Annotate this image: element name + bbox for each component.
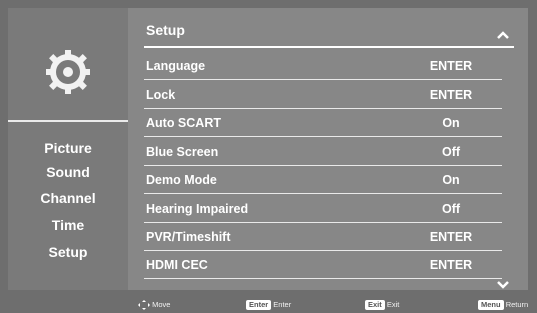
enter-hint: Enter Enter: [246, 300, 291, 310]
row-label: Language: [146, 59, 206, 73]
menu-row-blue-screen[interactable]: Blue Screen Off: [146, 145, 502, 167]
row-divider: [144, 79, 502, 80]
sidebar-item-channel[interactable]: Channel: [8, 190, 128, 206]
chevron-down-icon[interactable]: [496, 280, 510, 290]
row-value: ENTER: [429, 258, 473, 272]
row-value: ENTER: [429, 88, 473, 102]
row-divider: [144, 278, 502, 279]
sidebar-divider: [8, 120, 128, 122]
row-label: Auto SCART: [146, 116, 221, 130]
category-sidebar: Picture Sound Channel Time Setup: [8, 8, 128, 290]
chevron-up-icon[interactable]: [496, 30, 510, 40]
enter-label: Enter: [273, 300, 292, 309]
exit-hint: Exit Exit: [365, 300, 399, 310]
menu-key: Menu: [478, 300, 504, 310]
menu-row-hdmi-cec[interactable]: HDMI CEC ENTER: [146, 258, 502, 280]
row-divider: [144, 250, 502, 251]
menu-row-pvr-timeshift[interactable]: PVR/Timeshift ENTER: [146, 230, 502, 252]
menu-row-lock[interactable]: Lock ENTER: [146, 88, 502, 110]
row-value: ENTER: [429, 230, 473, 244]
row-value: ENTER: [429, 59, 473, 73]
row-value: On: [442, 173, 460, 187]
sidebar-item-time[interactable]: Time: [8, 217, 128, 233]
row-divider: [144, 222, 502, 223]
row-label: HDMI CEC: [146, 258, 208, 272]
row-divider: [144, 108, 502, 109]
row-value: On: [442, 116, 460, 130]
row-divider: [144, 193, 502, 194]
title-divider: [144, 46, 514, 48]
sidebar-item-setup[interactable]: Setup: [8, 244, 128, 260]
sidebar-item-sound[interactable]: Sound: [8, 164, 128, 180]
row-label: Demo Mode: [146, 173, 217, 187]
enter-key: Enter: [246, 300, 272, 310]
gear-icon: [46, 50, 90, 94]
page-title: Setup: [146, 22, 185, 38]
dpad-arrows-icon: [138, 300, 150, 311]
row-label: Hearing Impaired: [146, 202, 249, 216]
key-hint-bar: Move Enter Enter Exit Exit Menu Return: [0, 294, 537, 313]
move-label: Move: [152, 300, 171, 309]
menu-row-hearing-impaired[interactable]: Hearing Impaired Off: [146, 202, 502, 224]
row-label: PVR/Timeshift: [146, 230, 231, 244]
exit-key: Exit: [365, 300, 385, 310]
return-label: Return: [505, 300, 529, 309]
row-value: Off: [441, 145, 461, 159]
menu-row-language[interactable]: Language ENTER: [146, 59, 502, 81]
menu-row-demo-mode[interactable]: Demo Mode On: [146, 173, 502, 195]
row-label: Lock: [146, 88, 176, 102]
row-label: Blue Screen: [146, 145, 219, 159]
setup-menu-panel: Setup Language ENTER Lock ENTER Auto SCA…: [128, 8, 528, 290]
move-hint: Move: [138, 300, 171, 311]
return-hint: Menu Return: [478, 300, 528, 310]
row-divider: [144, 165, 502, 166]
menu-row-auto-scart[interactable]: Auto SCART On: [146, 116, 502, 138]
sidebar-item-picture[interactable]: Picture: [8, 140, 128, 156]
exit-label: Exit: [386, 300, 400, 309]
row-value: Off: [441, 202, 461, 216]
row-divider: [144, 136, 502, 137]
